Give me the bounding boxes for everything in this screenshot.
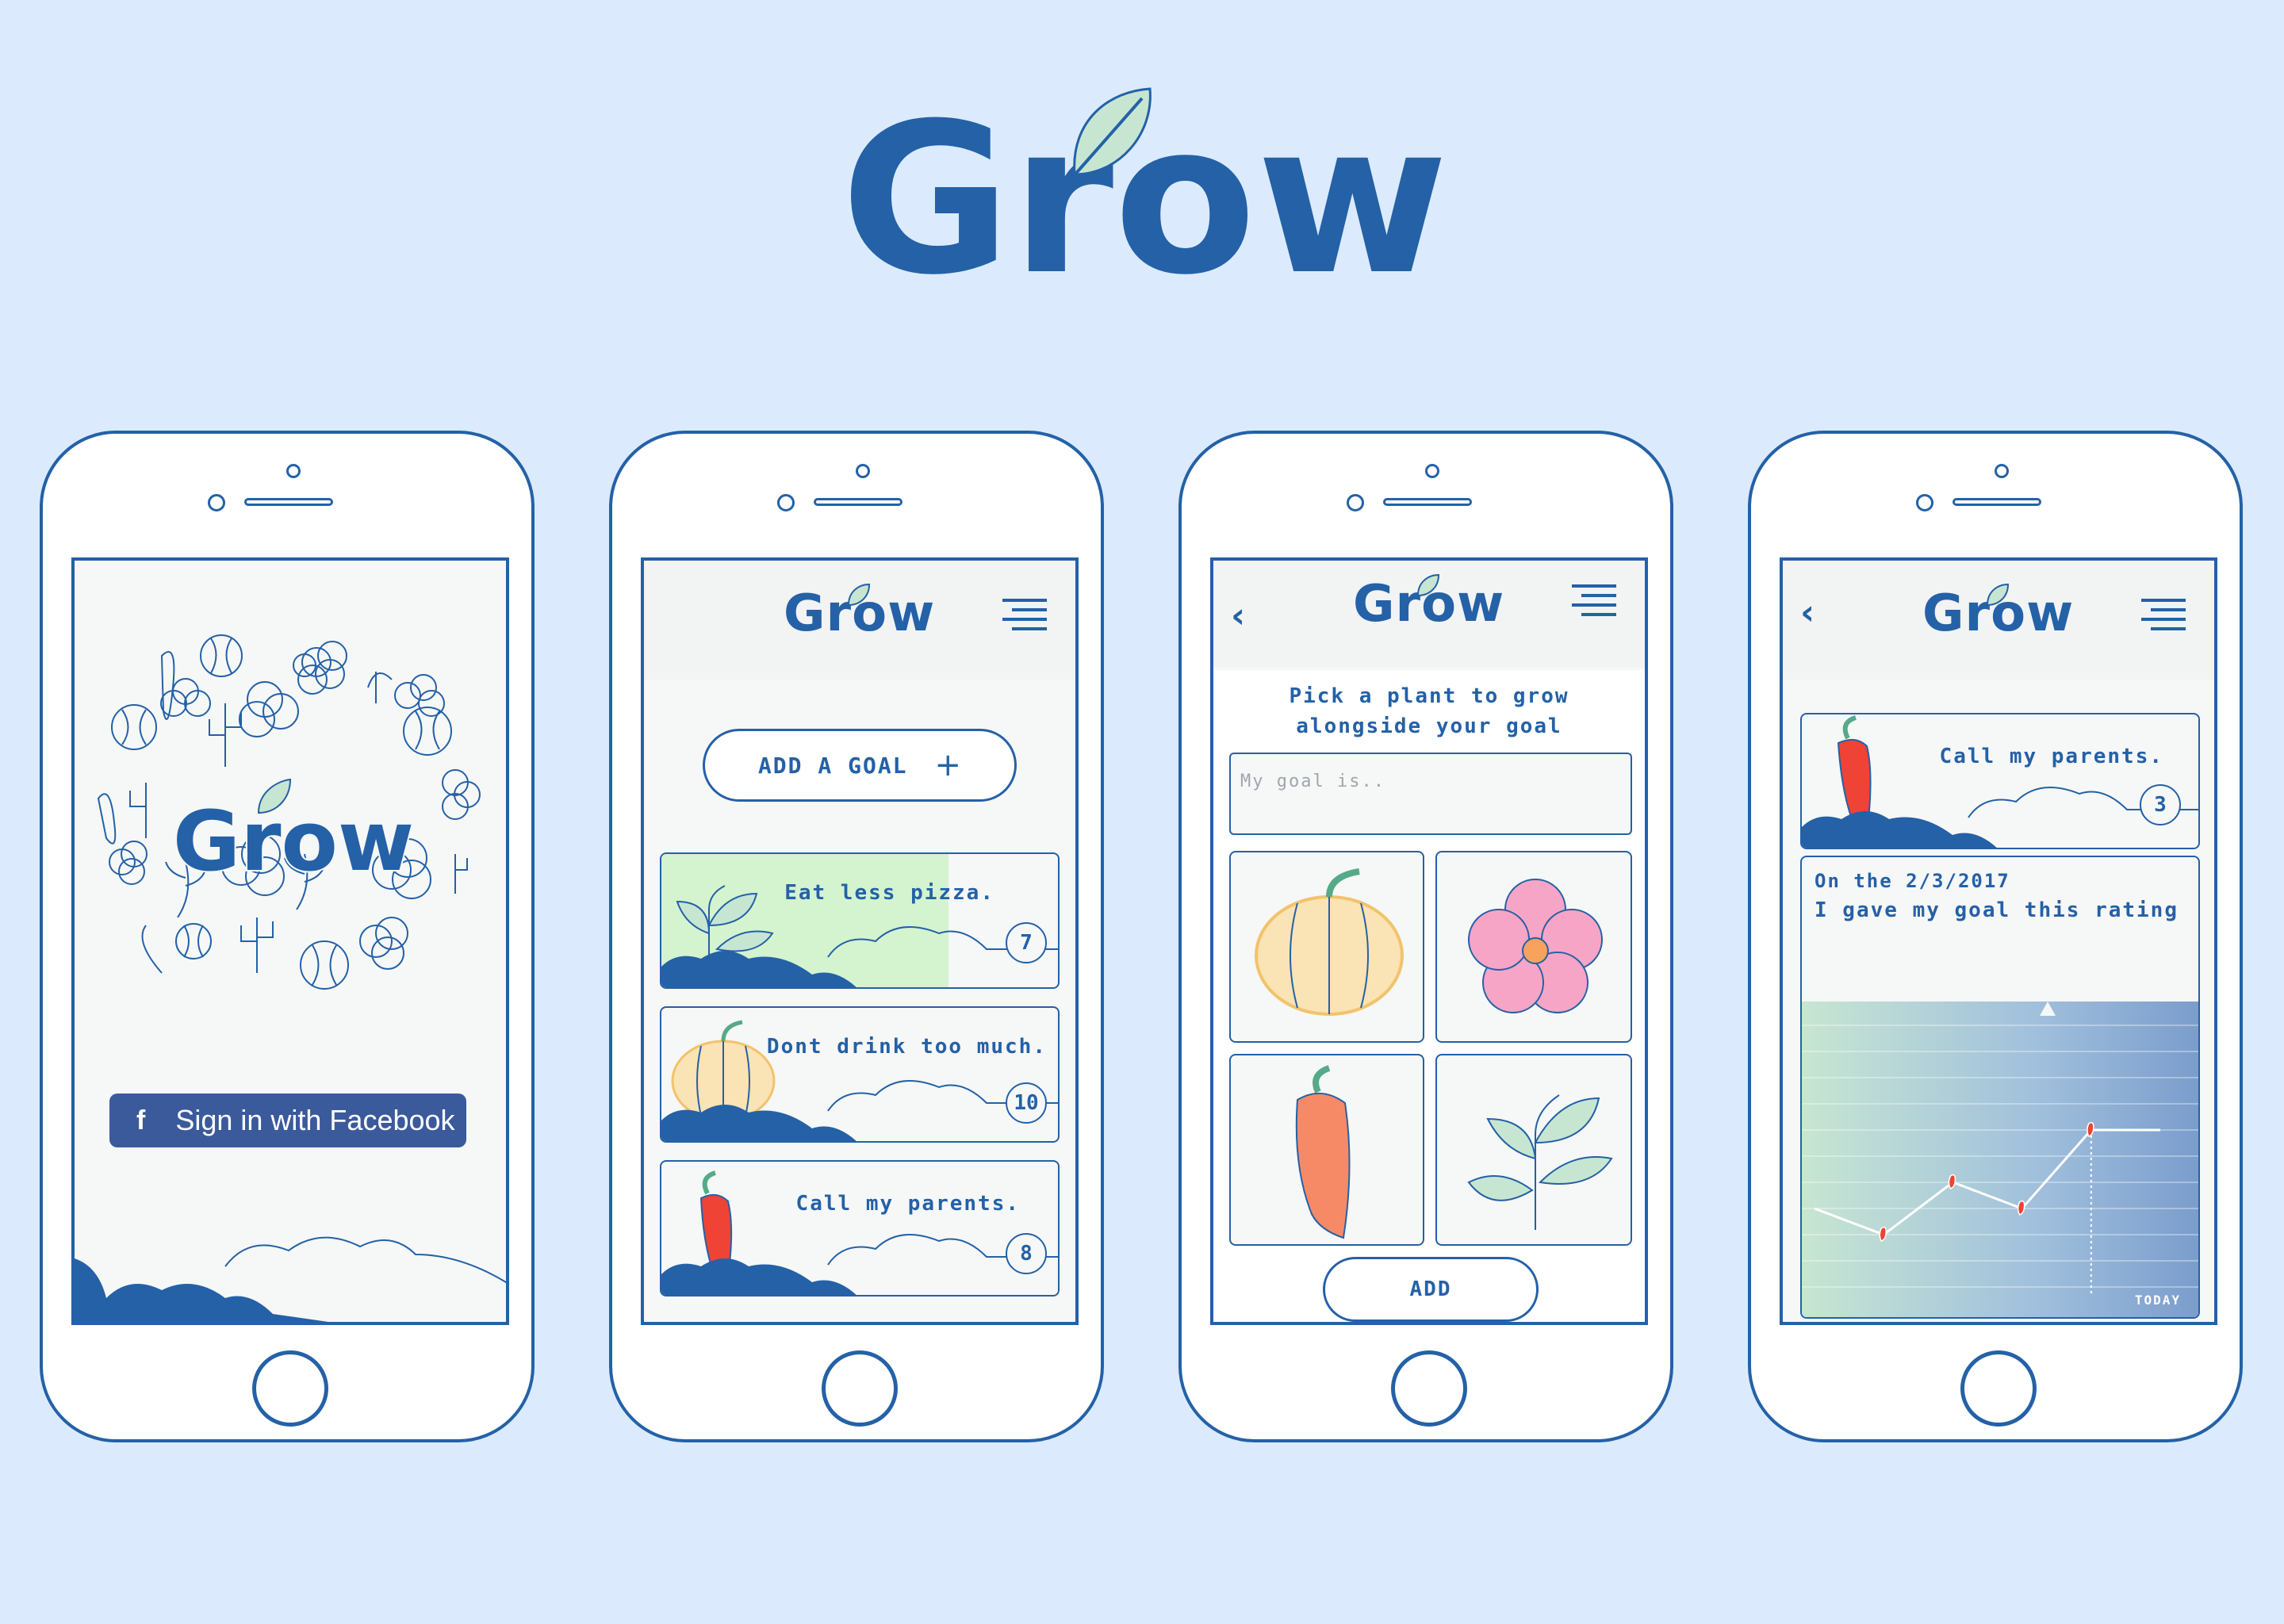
plant-doodle-circle: Grow <box>97 634 481 990</box>
goal-card[interactable]: Call my parents. 3 <box>1800 713 2200 849</box>
chili-icon <box>1802 715 2198 848</box>
home-button[interactable] <box>1391 1350 1467 1427</box>
today-label: TODAY <box>2135 1293 2181 1308</box>
back-icon[interactable]: ‹ <box>1800 592 1815 633</box>
proximity-sensor <box>1995 464 2009 478</box>
top-bar: Grow <box>644 561 1075 680</box>
flower-icon <box>1468 879 1603 1013</box>
plant-option-pumpkin[interactable] <box>1229 851 1424 1043</box>
screen-pick-plant: ‹ Grow Pick a plant to grow alongside yo… <box>1210 557 1648 1325</box>
add-goal-button[interactable]: ADD A GOAL + <box>703 729 1017 802</box>
goal-input[interactable]: My goal is.. <box>1229 753 1632 835</box>
menu-icon[interactable] <box>1572 584 1616 622</box>
earpiece <box>1953 498 2041 506</box>
phone-pick-plant: ‹ Grow Pick a plant to grow alongside yo… <box>1178 431 1673 1442</box>
front-camera <box>208 494 225 511</box>
rating-chart: TODAY <box>1802 1002 2198 1317</box>
screen-goals: Grow ADD A GOAL + Eat less pizza. 7 Dont… <box>641 557 1079 1325</box>
leaf-icon <box>1986 583 2010 607</box>
plus-icon: + <box>934 747 962 783</box>
add-plant-button[interactable]: ADD <box>1323 1257 1539 1322</box>
goal-input-placeholder: My goal is.. <box>1240 772 1385 791</box>
screen-goal-detail: ‹ Grow Call my parents. 3 On the 2/3/201… <box>1780 557 2217 1325</box>
goal-title: Dont drink too much. <box>766 1035 1047 1059</box>
phone-login: Grow f Sign in with Facebook <box>40 431 535 1442</box>
pick-plant-prompt-text: Pick a plant to grow alongside your goal <box>1289 684 1569 738</box>
front-camera <box>1347 494 1364 511</box>
menu-icon[interactable] <box>2141 599 2186 637</box>
phone-goal-detail: ‹ Grow Call my parents. 3 On the 2/3/201… <box>1748 431 2243 1442</box>
facebook-signin-label: Sign in with Facebook <box>175 1104 455 1136</box>
pumpkin-icon <box>1255 868 1404 1016</box>
rating-date-line: On the 2/3/2017 <box>1815 870 2010 892</box>
home-button[interactable] <box>252 1350 328 1427</box>
add-plant-label: ADD <box>1409 1277 1452 1301</box>
sprout-icon <box>1467 1094 1613 1230</box>
front-camera <box>1916 494 1933 511</box>
chart-background <box>1802 1002 2198 1317</box>
rating-card: On the 2/3/2017 I gave my goal this rati… <box>1800 856 2200 1319</box>
plant-option-chili[interactable] <box>1229 1054 1424 1246</box>
goal-card[interactable]: Eat less pizza. 7 <box>660 852 1060 989</box>
earpiece <box>814 498 902 506</box>
plant-option-flower[interactable] <box>1435 851 1632 1043</box>
chili-icon <box>661 1170 1058 1295</box>
chili-icon <box>1295 1065 1351 1239</box>
hero-logo: Grow <box>841 79 1448 320</box>
goal-title: Call my parents. <box>1939 745 2163 768</box>
cloud-hills <box>75 1236 506 1322</box>
front-camera <box>777 494 795 511</box>
earpiece <box>244 498 333 506</box>
login-logo: Grow <box>173 793 414 890</box>
leaf-icon <box>1416 573 1440 597</box>
menu-icon[interactable] <box>1002 599 1047 637</box>
goal-card[interactable]: Dont drink too much. 10 <box>660 1006 1060 1143</box>
leaf-icon <box>847 583 871 607</box>
add-goal-label: ADD A GOAL <box>757 752 908 779</box>
top-bar: ‹ Grow <box>1783 561 2214 680</box>
earpiece <box>1383 498 1472 506</box>
goal-count-badge: 3 <box>2140 784 2181 825</box>
proximity-sensor <box>1425 464 1439 478</box>
goal-card[interactable]: Call my parents. 8 <box>660 1160 1060 1297</box>
top-bar: ‹ Grow <box>1213 561 1645 667</box>
home-button[interactable] <box>1960 1350 2037 1427</box>
goal-count-badge: 10 <box>1006 1082 1047 1124</box>
proximity-sensor <box>286 464 301 478</box>
back-icon[interactable]: ‹ <box>1231 596 1245 636</box>
phone-goals: Grow ADD A GOAL + Eat less pizza. 7 Dont… <box>609 431 1104 1442</box>
proximity-sensor <box>856 464 870 478</box>
screen-login: Grow f Sign in with Facebook <box>71 557 509 1325</box>
sprout-icon <box>661 885 1058 987</box>
goal-title: Call my parents. <box>795 1192 1020 1216</box>
facebook-signin-button[interactable]: f Sign in with Facebook <box>109 1094 466 1147</box>
plant-option-sprout[interactable] <box>1435 1054 1632 1246</box>
goal-count-badge: 8 <box>1006 1233 1047 1274</box>
facebook-icon: f <box>136 1105 146 1136</box>
home-button[interactable] <box>822 1350 898 1427</box>
goal-title: Eat less pizza. <box>784 881 994 905</box>
rating-line: I gave my goal this rating <box>1815 898 2179 922</box>
goal-count-badge: 7 <box>1006 922 1047 963</box>
pumpkin-icon <box>661 1020 1058 1141</box>
